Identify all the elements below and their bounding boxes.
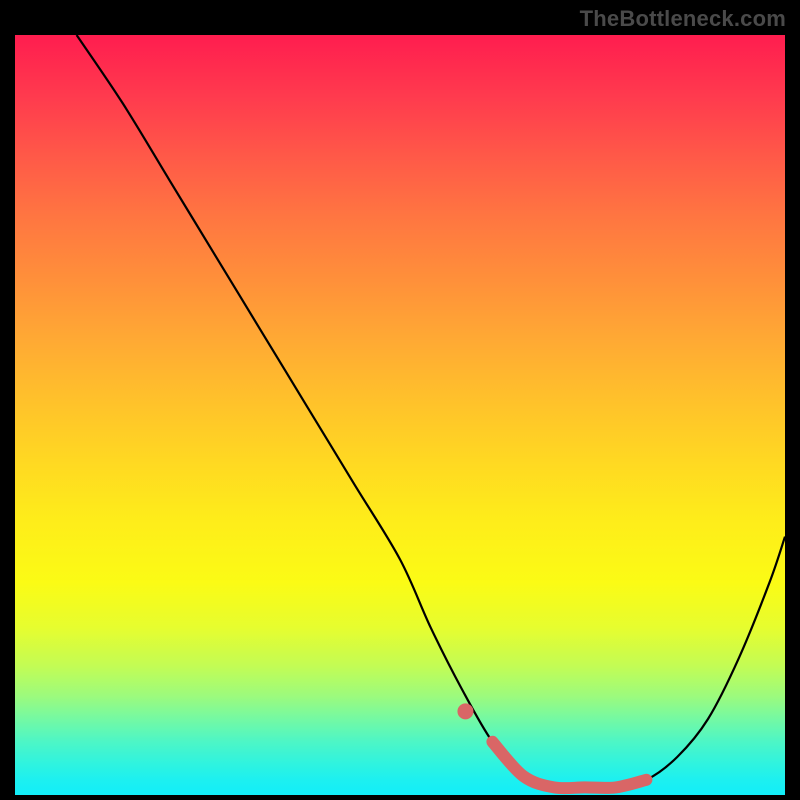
chart-plot-area [15,35,785,795]
bottleneck-chart [15,35,785,795]
highlight-dot [457,703,473,719]
optimal-segment-highlight [492,742,646,788]
bottleneck-curve-line [77,35,785,788]
attribution-label: TheBottleneck.com [580,6,786,32]
